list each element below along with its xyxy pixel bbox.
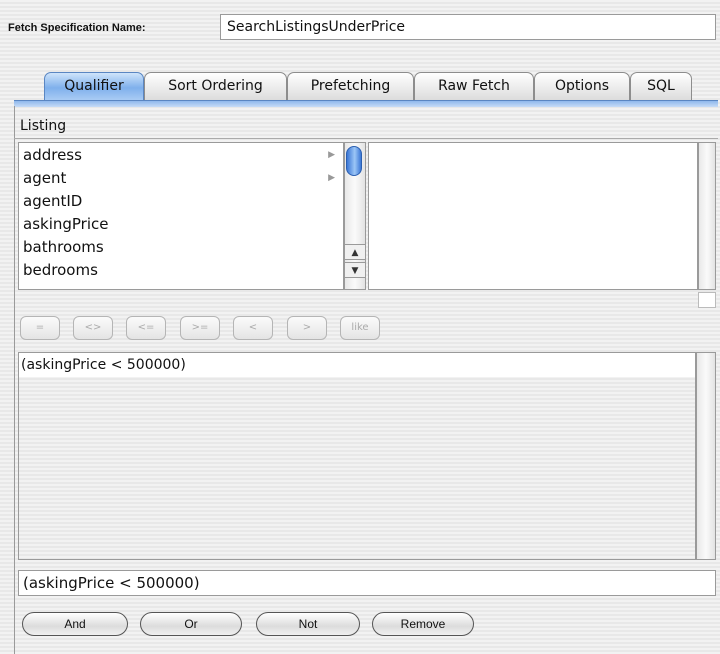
op-greater-button[interactable]: > (287, 316, 327, 340)
scroll-down-icon[interactable]: ▼ (344, 262, 366, 278)
not-button[interactable]: Not (256, 612, 360, 636)
qualifier-line[interactable]: (askingPrice < 500000) (19, 353, 695, 377)
scroll-thumb[interactable] (346, 146, 362, 176)
qualifier-scrollbar[interactable] (696, 352, 716, 560)
attribute-label: agent (23, 169, 67, 187)
tab-options[interactable]: Options (534, 72, 630, 100)
op-less-equal-button[interactable]: <= (126, 316, 166, 340)
op-greater-equal-button[interactable]: >= (180, 316, 220, 340)
or-button[interactable]: Or (140, 612, 242, 636)
disclosure-arrow-icon: ▶ (328, 150, 335, 160)
disclosure-arrow-icon: ▶ (328, 173, 335, 183)
list-item[interactable]: bathrooms (23, 236, 104, 258)
list-item[interactable]: agent ▶ (23, 167, 339, 189)
expression-field[interactable]: (askingPrice < 500000) (18, 570, 716, 596)
and-button[interactable]: And (22, 612, 128, 636)
qualifier-text-area[interactable] (18, 352, 696, 560)
tab-sql[interactable]: SQL (630, 72, 692, 100)
op-less-button[interactable]: < (233, 316, 273, 340)
value-list[interactable] (368, 142, 698, 290)
list-item[interactable]: address ▶ (23, 144, 339, 166)
op-not-equal-button[interactable]: <> (73, 316, 113, 340)
fetch-spec-name-field[interactable]: SearchListingsUnderPrice (220, 14, 716, 40)
tab-raw-fetch[interactable]: Raw Fetch (414, 72, 534, 100)
tab-sort-ordering[interactable]: Sort Ordering (144, 72, 287, 100)
list-item[interactable]: askingPrice (23, 213, 108, 235)
value-list-scrollbar[interactable] (698, 142, 716, 290)
entity-label: Listing (20, 118, 67, 134)
list-item[interactable]: bedrooms (23, 259, 98, 281)
op-equal-button[interactable]: = (20, 316, 60, 340)
resize-corner (698, 292, 716, 308)
tab-prefetching[interactable]: Prefetching (287, 72, 414, 100)
list-item[interactable]: agentID (23, 190, 82, 212)
attribute-label: address (23, 146, 82, 164)
attribute-list[interactable]: address ▶ agent ▶ agentID askingPrice ba… (18, 142, 344, 290)
op-like-button[interactable]: like (340, 316, 380, 340)
fetch-spec-name-label: Fetch Specification Name: (8, 22, 146, 34)
remove-button[interactable]: Remove (372, 612, 474, 636)
scroll-up-icon[interactable]: ▲ (344, 244, 366, 260)
tab-qualifier[interactable]: Qualifier (44, 72, 144, 100)
divider (14, 138, 718, 139)
